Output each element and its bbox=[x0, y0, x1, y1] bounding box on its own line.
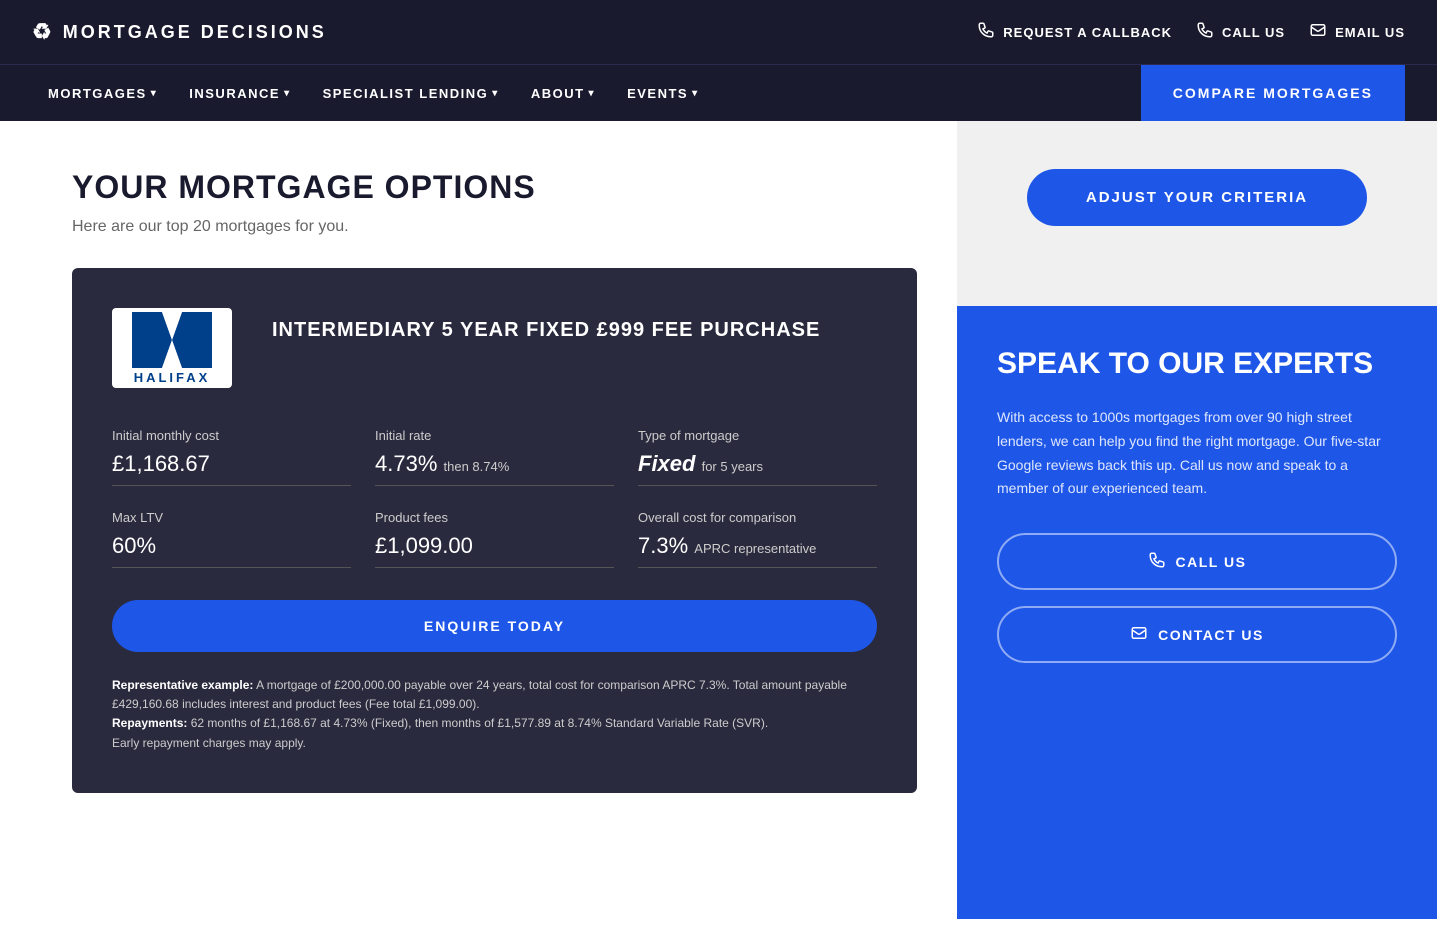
card-header: HALIFAX INTERMEDIARY 5 YEAR FIXED £999 F… bbox=[112, 308, 877, 388]
speak-experts-text: With access to 1000s mortgages from over… bbox=[997, 406, 1397, 501]
max-ltv-field: Max LTV 60% bbox=[112, 510, 351, 568]
monthly-cost-label: Initial monthly cost bbox=[112, 428, 351, 443]
sidebar-email-icon bbox=[1130, 624, 1148, 645]
compare-mortgages-button[interactable]: COMPARE MORTGAGES bbox=[1141, 65, 1405, 121]
chevron-down-icon: ▾ bbox=[492, 88, 499, 99]
chevron-down-icon: ▾ bbox=[151, 88, 158, 99]
adjust-criteria-button[interactable]: ADJUST YOUR CRITERIA bbox=[1027, 169, 1367, 226]
initial-rate-field: Initial rate 4.73% then 8.74% bbox=[375, 428, 614, 486]
chevron-down-icon: ▾ bbox=[284, 88, 291, 99]
mortgage-type-suffix: for 5 years bbox=[702, 459, 763, 474]
product-fees-field: Product fees £1,099.00 bbox=[375, 510, 614, 568]
nav-item-events[interactable]: EVENTS ▾ bbox=[611, 66, 715, 121]
nav-item-about[interactable]: ABOUT ▾ bbox=[515, 66, 611, 121]
mortgage-type-value: Fixed for 5 years bbox=[638, 451, 877, 477]
nav-item-insurance[interactable]: INSURANCE ▾ bbox=[173, 66, 306, 121]
mortgage-card: HALIFAX INTERMEDIARY 5 YEAR FIXED £999 F… bbox=[72, 268, 917, 793]
sidebar: ADJUST YOUR CRITERIA SPEAK TO OUR EXPERT… bbox=[957, 121, 1437, 919]
chevron-down-icon: ▾ bbox=[589, 88, 596, 99]
card-data-grid: Initial monthly cost £1,168.67 Initial r… bbox=[112, 428, 877, 568]
nav-item-specialist-lending[interactable]: SPECIALIST LENDING ▾ bbox=[307, 66, 515, 121]
monthly-cost-field: Initial monthly cost £1,168.67 bbox=[112, 428, 351, 486]
chevron-down-icon: ▾ bbox=[692, 88, 699, 99]
request-callback-button[interactable]: REQUEST A CALLBACK bbox=[977, 21, 1172, 44]
brand-name: MORTGAGE DECISIONS bbox=[63, 22, 327, 43]
email-us-label: EMAIL US bbox=[1335, 25, 1405, 40]
overall-cost-field: Overall cost for comparison 7.3% APRC re… bbox=[638, 510, 877, 568]
initial-rate-label: Initial rate bbox=[375, 428, 614, 443]
product-fees-value: £1,099.00 bbox=[375, 533, 614, 559]
sidebar-phone-icon bbox=[1148, 551, 1166, 572]
brand-logo[interactable]: ♻ MORTGAGE DECISIONS bbox=[32, 19, 327, 45]
product-title: INTERMEDIARY 5 YEAR FIXED £999 FEE PURCH… bbox=[272, 308, 820, 344]
max-ltv-label: Max LTV bbox=[112, 510, 351, 525]
product-fees-label: Product fees bbox=[375, 510, 614, 525]
page-title: YOUR MORTGAGE OPTIONS bbox=[72, 169, 917, 206]
call-us-header-label: CALL US bbox=[1222, 25, 1285, 40]
lender-logo: HALIFAX bbox=[112, 308, 232, 388]
overall-cost-value: 7.3% APRC representative bbox=[638, 533, 877, 559]
logo-icon: ♻ bbox=[32, 19, 55, 45]
email-icon bbox=[1309, 21, 1327, 44]
sidebar-call-us-button[interactable]: CALL US bbox=[997, 533, 1397, 590]
initial-rate-value: 4.73% then 8.74% bbox=[375, 451, 614, 477]
halifax-logo: HALIFAX bbox=[132, 312, 212, 385]
header-actions: REQUEST A CALLBACK CALL US EMAIL US bbox=[977, 21, 1405, 44]
main-content: YOUR MORTGAGE OPTIONS Here are our top 2… bbox=[0, 121, 957, 833]
overall-cost-label: Overall cost for comparison bbox=[638, 510, 877, 525]
speak-experts-section: SPEAK TO OUR EXPERTS With access to 1000… bbox=[957, 306, 1437, 919]
nav-item-mortgages[interactable]: MORTGAGES ▾ bbox=[32, 66, 173, 121]
overall-cost-suffix: APRC representative bbox=[694, 541, 816, 556]
page-subtitle: Here are our top 20 mortgages for you. bbox=[72, 218, 917, 236]
phone-icon bbox=[1196, 21, 1214, 44]
mortgage-type-label: Type of mortgage bbox=[638, 428, 877, 443]
enquire-today-button[interactable]: ENQUIRE TODAY bbox=[112, 600, 877, 652]
mortgage-type-field: Type of mortgage Fixed for 5 years bbox=[638, 428, 877, 486]
page-layout: YOUR MORTGAGE OPTIONS Here are our top 2… bbox=[0, 121, 1437, 919]
monthly-cost-value: £1,168.67 bbox=[112, 451, 351, 477]
halifax-name-text: HALIFAX bbox=[134, 370, 211, 385]
max-ltv-value: 60% bbox=[112, 533, 351, 559]
navigation: MORTGAGES ▾ INSURANCE ▾ SPECIALIST LENDI… bbox=[0, 64, 1437, 121]
sidebar-top: ADJUST YOUR CRITERIA bbox=[957, 121, 1437, 306]
speak-experts-title: SPEAK TO OUR EXPERTS bbox=[997, 346, 1397, 382]
call-us-header-button[interactable]: CALL US bbox=[1196, 21, 1285, 44]
nav-items: MORTGAGES ▾ INSURANCE ▾ SPECIALIST LENDI… bbox=[32, 66, 1141, 121]
representative-example: Representative example: A mortgage of £2… bbox=[112, 676, 877, 753]
email-us-button[interactable]: EMAIL US bbox=[1309, 21, 1405, 44]
initial-rate-suffix: then 8.74% bbox=[444, 459, 510, 474]
request-callback-label: REQUEST A CALLBACK bbox=[1003, 25, 1172, 40]
callback-icon bbox=[977, 21, 995, 44]
sidebar-contact-us-button[interactable]: CONTACT US bbox=[997, 606, 1397, 663]
header: ♻ MORTGAGE DECISIONS REQUEST A CALLBACK … bbox=[0, 0, 1437, 64]
